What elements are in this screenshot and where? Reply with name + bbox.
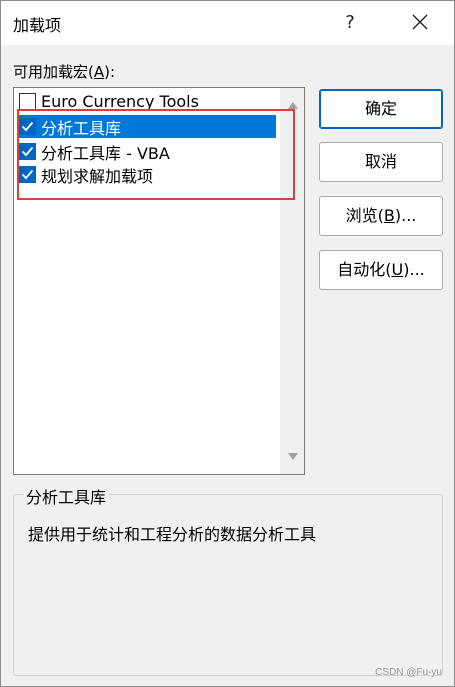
label-prefix: 可用加载宏(: [13, 63, 94, 81]
list-item-label: 分析工具库: [41, 118, 122, 138]
close-icon: [412, 14, 428, 30]
watermark: CSDN @Fu-yu: [375, 667, 442, 678]
label-accelerator: A: [93, 63, 105, 81]
list-item-label: 规划求解加载项: [41, 166, 154, 186]
list-item-analysis-toolpak[interactable]: 分析工具库: [18, 115, 276, 138]
dialog-title: 加载项: [13, 16, 62, 35]
cancel-button[interactable]: 取消: [319, 142, 443, 182]
description-text: 提供用于统计和工程分析的数据分析工具: [28, 525, 317, 544]
description-title: 分析工具库: [24, 484, 109, 508]
addins-dialog: 加载项 ? 可用加载宏(A): Euro Currency Tools 分析工具…: [0, 0, 455, 687]
help-button[interactable]: ?: [327, 5, 373, 41]
automation-accelerator: U: [391, 260, 404, 279]
checkmark-icon: [21, 169, 34, 180]
checkbox-analysis-toolpak-vba[interactable]: [19, 143, 36, 160]
list-item-solver-addin[interactable]: 规划求解加载项: [18, 163, 276, 186]
browse-accelerator: B: [383, 206, 395, 225]
title-bar: 加载项 ?: [1, 1, 454, 45]
automation-label-suffix: )...: [403, 260, 425, 279]
checkmark-icon: [21, 121, 34, 132]
addins-listbox[interactable]: Euro Currency Tools 分析工具库 分析工具库 - VBA 规划…: [13, 87, 305, 475]
browse-label-prefix: 浏览(: [345, 206, 384, 225]
available-addins-label: 可用加载宏(A):: [13, 61, 115, 82]
checkbox-euro-currency-tools[interactable]: [19, 93, 36, 110]
description-group: 分析工具库 提供用于统计和工程分析的数据分析工具: [13, 484, 443, 676]
label-suffix: ):: [104, 63, 116, 81]
list-item-label: Euro Currency Tools: [41, 92, 199, 111]
browse-button[interactable]: 浏览(B)...: [319, 196, 443, 236]
scroll-up-arrow-icon[interactable]: [287, 100, 299, 110]
automation-label-prefix: 自动化(: [337, 260, 392, 279]
list-item-analysis-toolpak-vba[interactable]: 分析工具库 - VBA: [18, 140, 276, 163]
listbox-scrollbar[interactable]: [280, 88, 304, 474]
ok-button[interactable]: 确定: [319, 89, 443, 129]
list-item-euro-currency-tools[interactable]: Euro Currency Tools: [18, 90, 276, 113]
close-button[interactable]: [395, 5, 445, 41]
checkmark-icon: [21, 146, 34, 157]
automation-button[interactable]: 自动化(U)...: [319, 250, 443, 290]
checkbox-solver-addin[interactable]: [19, 166, 36, 183]
list-item-label: 分析工具库 - VBA: [41, 143, 170, 163]
scroll-down-arrow-icon[interactable]: [287, 452, 299, 462]
checkbox-analysis-toolpak[interactable]: [19, 118, 36, 135]
browse-label-suffix: )...: [394, 206, 417, 225]
